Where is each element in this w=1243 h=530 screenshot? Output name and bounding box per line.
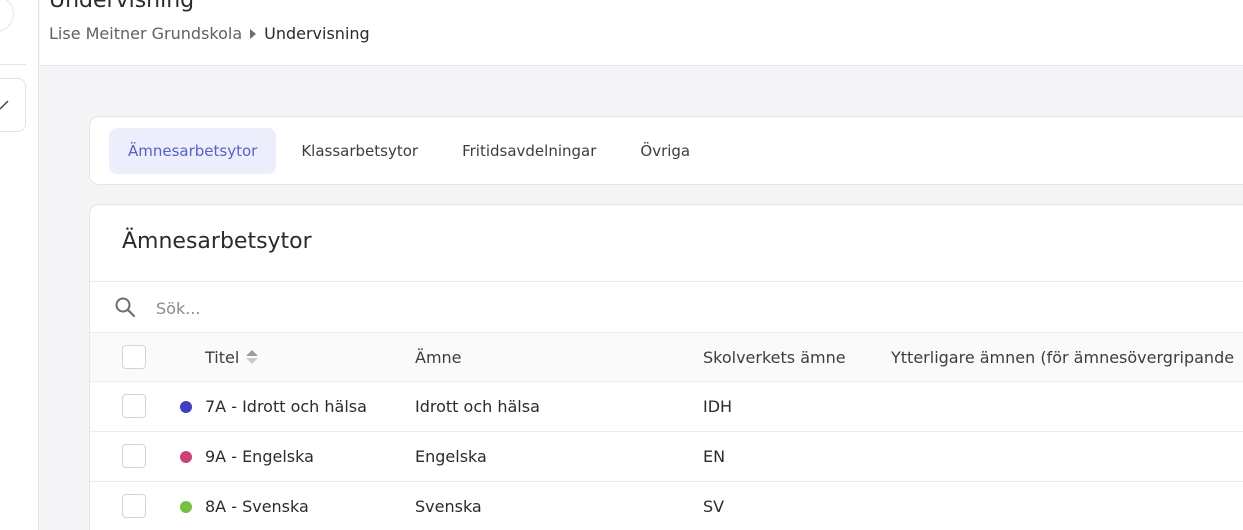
color-dot: [180, 451, 192, 463]
column-header-subject[interactable]: Ämne: [415, 333, 462, 381]
chevron-right-icon: [250, 28, 257, 39]
row-skolverket: SV: [703, 497, 725, 516]
pencil-icon: [0, 100, 9, 110]
tab-fritidsavdelningar[interactable]: Fritidsavdelningar: [443, 128, 615, 174]
row-skolverket: EN: [703, 447, 726, 466]
sort-icon[interactable]: [246, 350, 259, 364]
breadcrumb-current: Undervisning: [264, 24, 370, 43]
row-checkbox[interactable]: [122, 444, 146, 468]
row-title[interactable]: 8A - Svenska: [205, 482, 309, 530]
breadcrumb-parent-link[interactable]: Lise Meitner Grundskola: [49, 24, 242, 43]
color-dot: [180, 401, 192, 413]
list-title: Ämnesarbetsytor: [122, 229, 312, 254]
workspace-list-card: Ämnesarbetsytor Titel Ämne Skolverkets ä…: [89, 204, 1243, 530]
table-row[interactable]: 8A - Svenska Svenska SV: [90, 481, 1243, 530]
table-header-row: Titel Ämne Skolverkets ämne Ytterligare …: [90, 332, 1243, 381]
row-subject: Svenska: [415, 497, 482, 516]
workspace-table: Titel Ämne Skolverkets ämne Ytterligare …: [90, 332, 1243, 530]
rail-divider: [0, 64, 26, 65]
column-header-title-label: Titel: [205, 347, 240, 367]
column-header-extra-subjects[interactable]: Ytterligare ämnen (för ämnesövergripande: [891, 333, 1234, 381]
row-subject: Idrott och hälsa: [415, 397, 540, 416]
tab-ovriga[interactable]: Övriga: [621, 128, 709, 174]
tab-klassarbetsytor[interactable]: Klassarbetsytor: [282, 128, 437, 174]
select-all-checkbox[interactable]: [122, 345, 146, 369]
table-row[interactable]: 7A - Idrott och hälsa Idrott och hälsa I…: [90, 381, 1243, 431]
search-input[interactable]: [156, 294, 556, 322]
search-bar: [90, 281, 1243, 332]
row-title[interactable]: 9A - Engelska: [205, 432, 314, 481]
row-title[interactable]: 7A - Idrott och hälsa: [205, 382, 367, 431]
table-row[interactable]: 9A - Engelska Engelska EN: [90, 431, 1243, 481]
page-title: Undervisning: [49, 0, 195, 13]
search-icon: [115, 297, 136, 318]
breadcrumb: Lise Meitner Grundskola Undervisning: [49, 24, 370, 43]
row-checkbox[interactable]: [122, 394, 146, 418]
edit-button[interactable]: [0, 78, 26, 132]
row-skolverket: IDH: [703, 397, 733, 416]
color-dot: [180, 501, 192, 513]
column-header-title[interactable]: Titel: [205, 333, 259, 381]
row-subject: Engelska: [415, 447, 487, 466]
collapse-button[interactable]: [0, 0, 14, 32]
row-checkbox[interactable]: [122, 494, 146, 518]
column-header-skolverket[interactable]: Skolverkets ämne: [703, 333, 846, 381]
left-rail: [0, 0, 39, 530]
tab-bar: Ämnesarbetsytor Klassarbetsytor Fritidsa…: [89, 116, 1243, 185]
tab-amnesarbetsytor[interactable]: Ämnesarbetsytor: [109, 127, 277, 174]
